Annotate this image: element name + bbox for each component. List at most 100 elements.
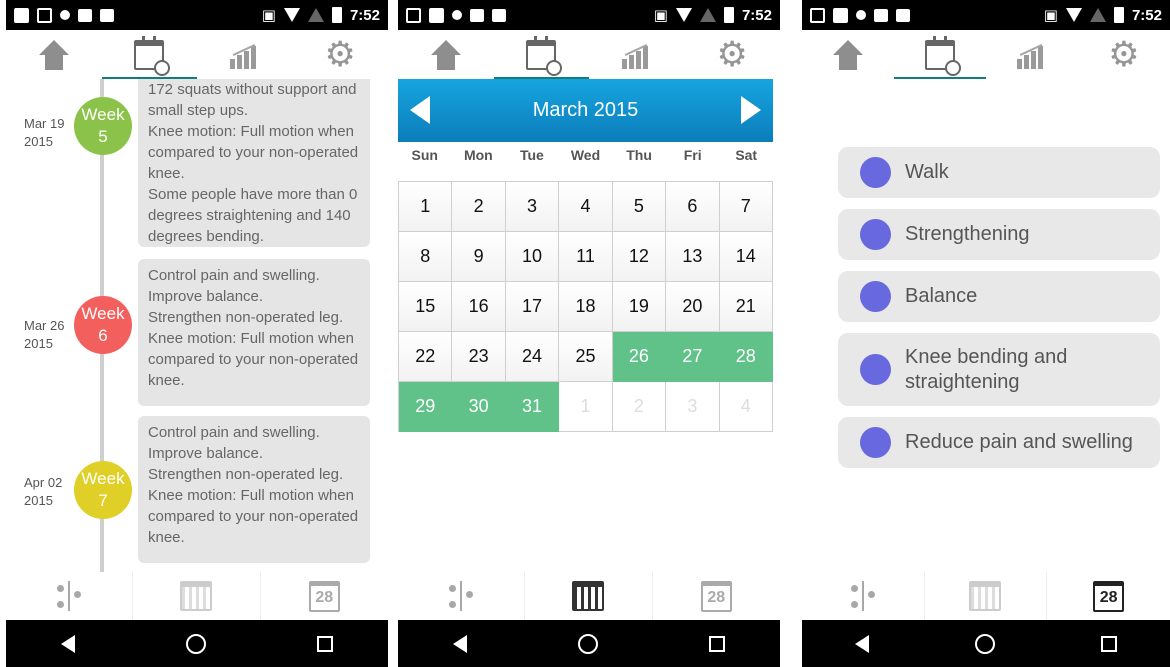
calendar-tab[interactable] [133,572,261,620]
calendar-icon [572,581,605,611]
calendar-day[interactable]: 20 [666,282,720,332]
calendar-day-selected[interactable]: 29 [399,382,453,432]
timeline-list[interactable]: Mar 19 2015 Week 5 172 squats without su… [6,79,388,572]
exercise-item[interactable]: Knee bending and straightening [838,333,1160,406]
exercise-list-view: Walk Strengthening Balance Knee bending … [802,79,1170,572]
calendar-day[interactable]: 12 [612,232,667,282]
home-circle-icon[interactable] [975,633,995,654]
settings-tab[interactable]: ⚙ [293,30,389,79]
calendar-day[interactable]: 22 [399,332,453,382]
calendar-day[interactable]: 11 [559,232,613,282]
daily-tab[interactable]: 28 [1047,572,1170,620]
schedule-tab[interactable] [894,30,986,79]
calendar-day-selected[interactable]: 27 [666,332,720,382]
calendar-day[interactable]: 19 [612,282,667,332]
calendar-day[interactable]: 25 [559,332,613,382]
back-icon[interactable] [453,634,468,653]
progress-tab[interactable] [589,30,685,79]
calendar-day[interactable]: 17 [505,282,560,332]
calendar-icon [969,581,1002,611]
calendar-day[interactable]: 10 [505,232,560,282]
week-badge: Week 6 [74,296,132,354]
calendar-day-next-month[interactable]: 2 [612,382,667,432]
calendar-clock-icon [526,35,563,76]
progress-tab[interactable] [986,30,1078,79]
calendar-day[interactable]: 24 [505,332,560,382]
next-month-arrow-icon[interactable] [741,96,761,124]
chart-icon [229,41,260,69]
home-tab[interactable] [6,30,102,79]
calendar-day-next-month[interactable]: 1 [559,382,613,432]
timeline-tab[interactable] [802,572,925,620]
calendar-day[interactable]: 13 [666,232,720,282]
status-bar: ▣ 7:52 [802,0,1170,30]
calendar-day[interactable]: 6 [666,182,720,232]
calendar-icon [180,581,213,611]
week-badge: Week 7 [74,461,132,519]
calendar-day[interactable]: 21 [719,282,773,332]
calendar-day[interactable]: 3 [505,182,560,232]
calendar-day-selected[interactable]: 31 [505,382,560,432]
calendar-day[interactable]: 14 [719,232,773,282]
calendar-day-selected[interactable]: 28 [719,332,773,382]
chart-icon [621,41,652,69]
calendar-day[interactable]: 23 [452,332,506,382]
exercise-item[interactable]: Balance [838,271,1160,322]
home-circle-icon[interactable] [185,633,206,654]
weekday-label: Fri [683,147,702,163]
status-time: 7:52 [349,6,380,24]
timeline-tab[interactable] [398,572,526,620]
calendar-view: March 2015 Sun Mon Tue Wed Thu Fri Sat 1234567… [398,79,780,572]
entry-date: Mar 26 2015 [24,318,65,351]
purple-dot-icon [860,354,891,385]
recent-apps-icon[interactable] [1101,635,1117,652]
calendar-day[interactable]: 7 [719,182,773,232]
calendar-day-selected[interactable]: 26 [612,332,667,382]
exercise-item[interactable]: Walk [838,147,1160,198]
calendar-day[interactable]: 2 [452,182,506,232]
back-icon[interactable] [855,634,869,653]
recent-apps-icon[interactable] [708,635,725,652]
top-tab-bar: ⚙ [802,30,1170,79]
back-icon[interactable] [61,634,76,653]
settings-tab[interactable]: ⚙ [1078,30,1170,79]
previous-month-arrow-icon[interactable] [410,96,430,124]
calendar-day[interactable]: 18 [559,282,613,332]
exercise-screen: ▣ 7:52 ⚙ Walk Strengthening Balance Knee … [802,0,1170,667]
home-icon [37,39,71,70]
calendar-day-next-month[interactable]: 4 [719,382,773,432]
schedule-tab[interactable] [493,30,590,79]
home-tab[interactable] [802,30,894,79]
vibrate-icon: ▣ [653,7,668,24]
calendar-tab[interactable] [925,572,1048,620]
schedule-tab[interactable] [101,30,198,79]
exercise-item[interactable]: Reduce pain and swelling [838,417,1160,468]
calendar-day-selected[interactable]: 30 [452,382,506,432]
bottom-tab-bar: 28 [6,572,388,620]
daily-tab[interactable]: 28 [261,572,388,620]
exercise-item[interactable]: Strengthening [838,209,1160,260]
calendar-day[interactable]: 8 [399,232,453,282]
home-tab[interactable] [398,30,494,79]
purple-dot-icon [860,219,891,250]
weekday-label: Tue [519,147,544,163]
calendar-day[interactable]: 16 [452,282,506,332]
calendar-day[interactable]: 5 [612,182,667,232]
weekday-label: Sun [411,147,438,163]
calendar-day[interactable]: 1 [399,182,453,232]
weekday-label: Sat [735,147,758,163]
vibrate-icon: ▣ [261,7,276,24]
calendar-day[interactable]: 15 [399,282,453,332]
daily-tab[interactable]: 28 [653,572,780,620]
timeline-screen: ▣ 7:52 ⚙ Mar 19 2015 Week 5 172 squats wi… [6,0,388,667]
home-circle-icon[interactable] [577,633,598,654]
calendar-day[interactable]: 9 [452,232,506,282]
calendar-day-next-month[interactable]: 3 [666,382,720,432]
settings-tab[interactable]: ⚙ [685,30,781,79]
calendar-day[interactable]: 4 [559,182,613,232]
android-navigation-bar [6,620,388,667]
calendar-tab[interactable] [525,572,653,620]
recent-apps-icon[interactable] [316,635,333,652]
progress-tab[interactable] [197,30,293,79]
timeline-tab[interactable] [6,572,134,620]
